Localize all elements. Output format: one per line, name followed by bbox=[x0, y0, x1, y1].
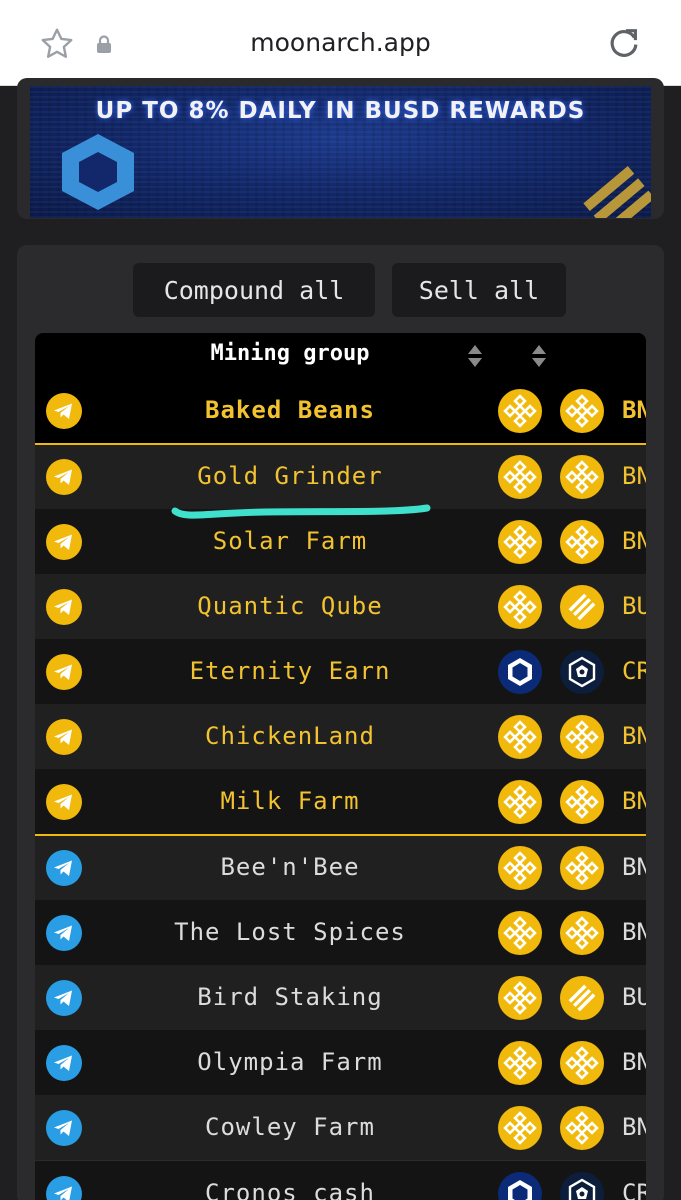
row-name[interactable]: Cowley Farm bbox=[95, 1113, 485, 1141]
row-name[interactable]: Gold Grinder bbox=[95, 462, 485, 490]
token-symbol: BN bbox=[622, 396, 646, 424]
token-symbol: BU bbox=[622, 983, 646, 1011]
token-symbol: CR bbox=[622, 1179, 646, 1200]
telegram-icon[interactable] bbox=[46, 654, 82, 690]
sell-all-button[interactable]: Sell all bbox=[392, 263, 566, 317]
table-row[interactable]: Olympia Farm BN bbox=[35, 1030, 646, 1095]
token-symbol: BN bbox=[622, 853, 646, 881]
row-name[interactable]: Cronos cash bbox=[95, 1179, 485, 1200]
banner-text: UP TO 8% DAILY IN BUSD REWARDS bbox=[95, 98, 586, 124]
pinned-top-divider bbox=[35, 443, 646, 445]
table-row[interactable]: Bee'n'Bee BN bbox=[35, 835, 646, 901]
row-name[interactable]: ChickenLand bbox=[95, 722, 485, 750]
row-name[interactable]: Bird Staking bbox=[95, 983, 485, 1011]
busd-icon bbox=[560, 585, 604, 629]
bnb-icon bbox=[498, 715, 542, 759]
token-symbol: CR bbox=[622, 657, 646, 685]
cronos-icon bbox=[498, 1172, 542, 1200]
table-row[interactable]: The Lost Spices BN bbox=[35, 900, 646, 965]
telegram-icon[interactable] bbox=[46, 1110, 82, 1146]
token-symbol: BN bbox=[622, 1048, 646, 1076]
bnb-icon bbox=[560, 846, 604, 890]
bnb-icon bbox=[560, 1106, 604, 1150]
url-text[interactable]: moonarch.app bbox=[0, 28, 681, 57]
telegram-icon[interactable] bbox=[46, 980, 82, 1016]
cro-icon bbox=[560, 650, 604, 694]
mining-table: Mining group Baked Beans BN Gold Grinder BN… bbox=[35, 333, 646, 1200]
table-row[interactable]: Milk Farm BN bbox=[35, 769, 646, 834]
table-row[interactable]: Quantic Qube BU bbox=[35, 574, 646, 639]
row-name[interactable]: Quantic Qube bbox=[95, 592, 485, 620]
bnb-icon bbox=[560, 715, 604, 759]
token-symbol: BN bbox=[622, 918, 646, 946]
telegram-icon[interactable] bbox=[46, 589, 82, 625]
promo-banner[interactable]: UP TO 8% DAILY IN BUSD REWARDS bbox=[30, 86, 651, 218]
telegram-icon[interactable] bbox=[46, 719, 82, 755]
token-symbol: BN bbox=[622, 787, 646, 815]
telegram-icon[interactable] bbox=[46, 1045, 82, 1081]
table-row[interactable]: Cronos cash CR bbox=[35, 1161, 646, 1200]
row-name[interactable]: Olympia Farm bbox=[95, 1048, 485, 1076]
bnb-icon bbox=[498, 911, 542, 955]
sort-icon[interactable] bbox=[531, 344, 547, 368]
bnb-icon bbox=[560, 780, 604, 824]
token-symbol: BU bbox=[622, 592, 646, 620]
bnb-icon bbox=[560, 1041, 604, 1085]
row-name[interactable]: The Lost Spices bbox=[95, 918, 485, 946]
telegram-icon[interactable] bbox=[46, 459, 82, 495]
cronos-icon bbox=[498, 650, 542, 694]
bnb-icon bbox=[498, 585, 542, 629]
table-row[interactable]: Cowley Farm BN bbox=[35, 1095, 646, 1160]
row-name[interactable]: Eternity Earn bbox=[95, 657, 485, 685]
table-row[interactable]: ChickenLand BN bbox=[35, 704, 646, 769]
bnb-icon bbox=[498, 1106, 542, 1150]
row-name[interactable]: Milk Farm bbox=[95, 787, 485, 815]
hexagon-logo-icon bbox=[62, 134, 134, 210]
highlight-underline bbox=[171, 504, 431, 519]
compound-all-button[interactable]: Compound all bbox=[133, 263, 375, 317]
table-header: Mining group bbox=[35, 333, 646, 378]
bnb-icon bbox=[498, 846, 542, 890]
table-row[interactable]: Baked Beans BN bbox=[35, 378, 646, 443]
telegram-icon[interactable] bbox=[46, 850, 82, 886]
pinned-bottom-divider bbox=[35, 834, 646, 836]
telegram-icon[interactable] bbox=[46, 1176, 82, 1200]
bnb-icon bbox=[560, 911, 604, 955]
telegram-icon[interactable] bbox=[46, 915, 82, 951]
table-row[interactable]: Bird Staking BU bbox=[35, 965, 646, 1030]
bnb-icon bbox=[498, 389, 542, 433]
table-row[interactable]: Eternity Earn CR bbox=[35, 639, 646, 704]
bnb-icon bbox=[498, 976, 542, 1020]
token-symbol: BN bbox=[622, 1113, 646, 1141]
telegram-icon[interactable] bbox=[46, 784, 82, 820]
bnb-icon bbox=[498, 780, 542, 824]
row-name[interactable]: Bee'n'Bee bbox=[95, 853, 485, 881]
bnb-icon bbox=[498, 1041, 542, 1085]
reload-icon[interactable] bbox=[605, 24, 643, 62]
row-name[interactable]: Baked Beans bbox=[95, 396, 485, 424]
busd-icon bbox=[560, 976, 604, 1020]
bnb-icon bbox=[560, 389, 604, 433]
token-symbol: BN bbox=[622, 722, 646, 750]
cro-icon bbox=[560, 1172, 604, 1200]
telegram-icon[interactable] bbox=[46, 393, 82, 429]
busd-logo-icon bbox=[583, 166, 651, 218]
sort-icon[interactable] bbox=[467, 344, 483, 368]
token-symbol: BN bbox=[622, 462, 646, 490]
address-bar: moonarch.app bbox=[0, 0, 681, 86]
